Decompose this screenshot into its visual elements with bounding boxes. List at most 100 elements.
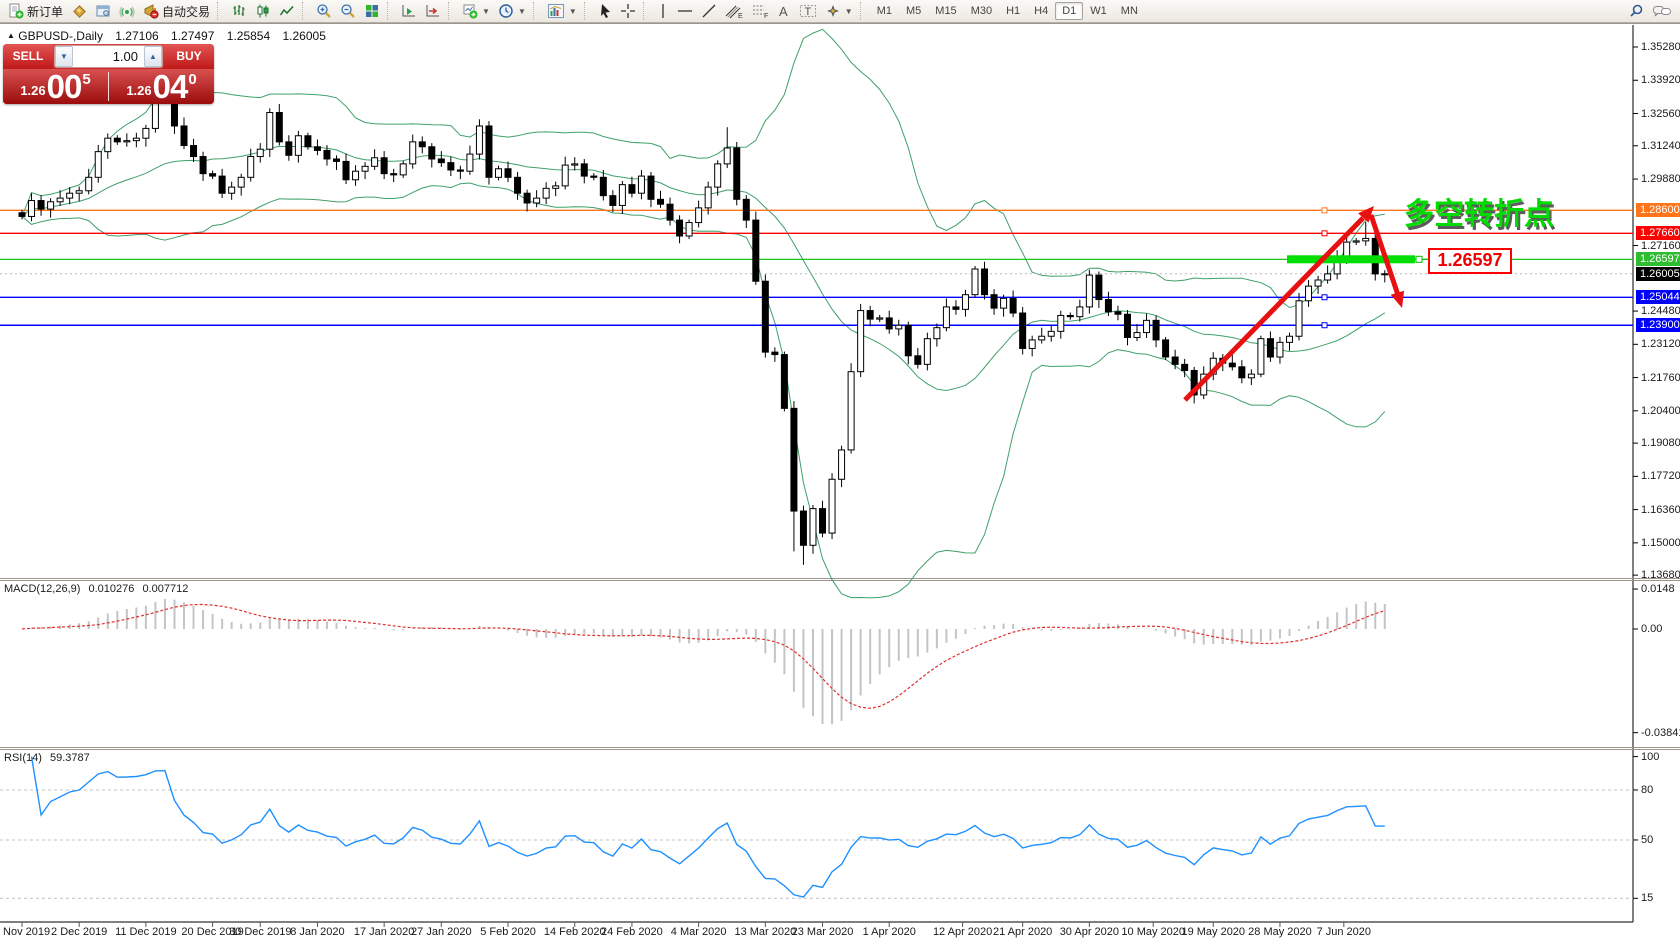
zoom-out-button[interactable] <box>336 0 360 23</box>
tile-windows-icon <box>364 3 380 19</box>
one-click-trading-panel[interactable]: SELL ▼ 1.00 ▲ BUY 1.26 00 5 1.26 04 <box>3 44 214 104</box>
turning-point-annotation[interactable]: 多空转折点 <box>1404 189 1554 233</box>
new-order-button[interactable]: 新订单 <box>4 0 67 23</box>
fibonacci-icon: F <box>751 3 769 19</box>
metaeditor-button[interactable] <box>67 0 91 23</box>
profiles-button[interactable]: ▼ <box>494 0 530 23</box>
timeframe-mn[interactable]: MN <box>1114 2 1145 20</box>
buy-price[interactable]: 1.26 04 0 <box>109 69 214 104</box>
chart-shift-icon <box>425 3 441 19</box>
svg-text:A: A <box>779 4 788 19</box>
zoom-out-icon <box>340 3 356 19</box>
line-chart-button[interactable] <box>275 0 299 23</box>
toolbar-separator <box>584 2 591 20</box>
zoom-in-icon <box>316 3 332 19</box>
buy-button[interactable]: BUY <box>164 44 214 69</box>
equidistant-channel-icon: E <box>725 3 743 19</box>
toolbar-separator <box>217 2 224 20</box>
timeframe-h1[interactable]: H1 <box>999 2 1027 20</box>
text-label-icon: T <box>799 3 817 19</box>
line-chart-icon <box>279 3 295 19</box>
sell-price[interactable]: 1.26 00 5 <box>3 69 108 104</box>
search-icon <box>1628 3 1644 19</box>
chart-canvas[interactable] <box>0 23 1680 943</box>
sell-price-pip: 5 <box>82 71 90 88</box>
auto-scroll-icon <box>401 3 417 19</box>
volume-input[interactable]: 1.00 <box>73 46 144 67</box>
text-button[interactable]: A <box>773 0 795 23</box>
candlestick-chart-button[interactable] <box>251 0 275 23</box>
vertical-line-icon <box>657 3 669 19</box>
signals-icon <box>119 3 135 19</box>
horizontal-line-button[interactable] <box>673 0 697 23</box>
svg-text:E: E <box>738 13 743 19</box>
crosshair-icon <box>620 3 636 19</box>
indicators-button[interactable]: ▼ <box>543 0 581 23</box>
text-icon: A <box>777 3 791 19</box>
candlestick-chart-icon <box>255 3 271 19</box>
channel-button[interactable]: E <box>721 0 747 23</box>
indicators-icon <box>547 3 565 19</box>
profiles-clock-icon <box>498 3 514 19</box>
main-toolbar: 新订单 自动交易 ▼ ▼ <box>0 0 1680 23</box>
zoom-in-button[interactable] <box>312 0 336 23</box>
volume-decrease-button[interactable]: ▼ <box>55 46 73 67</box>
arrows-icon <box>825 3 841 19</box>
crosshair-button[interactable] <box>616 0 640 23</box>
buy-price-pip: 0 <box>188 71 196 88</box>
bar-chart-button[interactable] <box>227 0 251 23</box>
chevron-down-icon: ▼ <box>482 7 490 16</box>
auto-scroll-button[interactable] <box>397 0 421 23</box>
toolbar-separator <box>643 2 650 20</box>
toolbar-separator <box>302 2 309 20</box>
toolbar-separator <box>387 2 394 20</box>
new-order-icon <box>8 3 24 19</box>
svg-text:F: F <box>764 13 768 19</box>
cursor-button[interactable] <box>594 0 616 23</box>
timeframe-m5[interactable]: M5 <box>899 2 928 20</box>
timeframe-d1[interactable]: D1 <box>1055 2 1083 20</box>
market-watch-button[interactable] <box>91 0 115 23</box>
vertical-line-button[interactable] <box>653 0 673 23</box>
arrows-button[interactable]: ▼ <box>821 0 857 23</box>
buy-price-prefix: 1.26 <box>126 83 151 98</box>
chevron-down-icon: ▼ <box>569 7 577 16</box>
trendline-button[interactable] <box>697 0 721 23</box>
chart-window[interactable]: ▲ GBPUSD-,Daily 1.27106 1.27497 1.25854 … <box>0 23 1680 943</box>
chat-button[interactable] <box>1648 0 1676 23</box>
chevron-down-icon: ▼ <box>518 7 526 16</box>
timeframe-m15[interactable]: M15 <box>928 2 963 20</box>
chat-icon <box>1652 3 1672 19</box>
tile-windows-button[interactable] <box>360 0 384 23</box>
chevron-down-icon: ▼ <box>845 7 853 16</box>
volume-increase-button[interactable]: ▲ <box>144 46 162 67</box>
sell-button[interactable]: SELL <box>3 44 53 69</box>
cursor-icon <box>598 3 612 19</box>
autotrading-button[interactable]: 自动交易 <box>139 0 214 23</box>
timeframe-w1[interactable]: W1 <box>1083 2 1114 20</box>
buy-price-big: 04 <box>153 72 188 102</box>
search-button[interactable] <box>1624 0 1648 23</box>
text-label-button[interactable]: T <box>795 0 821 23</box>
signals-button[interactable] <box>115 0 139 23</box>
timeframe-m1[interactable]: M1 <box>870 2 899 20</box>
autotrading-label: 自动交易 <box>162 3 210 20</box>
new-chart-icon <box>462 3 478 19</box>
svg-text:T: T <box>804 6 811 18</box>
new-order-label: 新订单 <box>27 3 63 20</box>
price-tag-box[interactable]: 1.26597 <box>1428 248 1512 274</box>
chart-shift-button[interactable] <box>421 0 445 23</box>
sell-price-prefix: 1.26 <box>20 83 45 98</box>
autotrading-icon <box>143 3 159 19</box>
window-icon <box>95 3 111 19</box>
horizontal-line-icon <box>677 3 693 19</box>
timeframe-m30[interactable]: M30 <box>964 2 999 20</box>
volume-stepper[interactable]: ▼ 1.00 ▲ <box>54 45 163 68</box>
sell-price-big: 00 <box>47 72 82 102</box>
new-chart-button[interactable]: ▼ <box>458 0 494 23</box>
metaeditor-icon <box>71 3 87 19</box>
toolbar-separator <box>860 2 867 20</box>
timeframe-h4[interactable]: H4 <box>1027 2 1055 20</box>
fibonacci-button[interactable]: F <box>747 0 773 23</box>
toolbar-separator <box>448 2 455 20</box>
